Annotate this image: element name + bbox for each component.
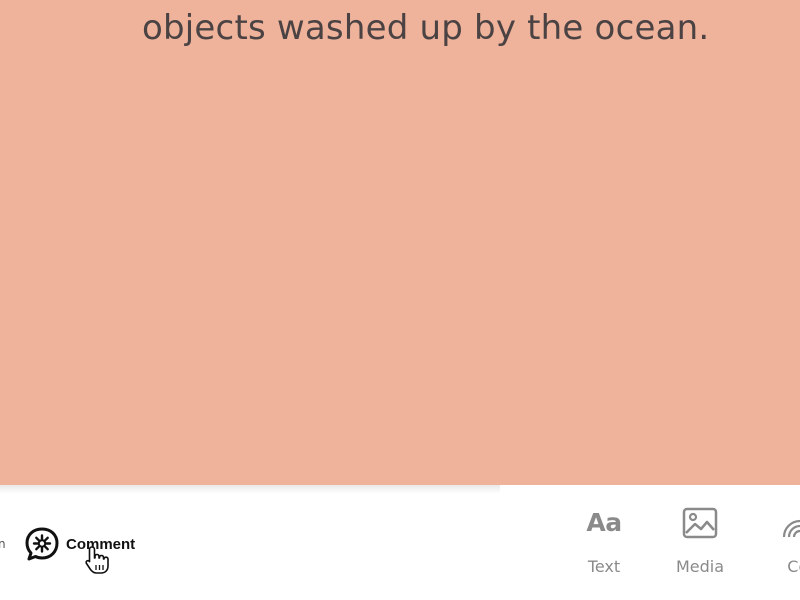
truncated-tool-label[interactable]: n (0, 537, 6, 551)
media-tool-button[interactable]: Media (665, 503, 735, 583)
bottom-toolbar: n Comment Aa Text Media C (0, 485, 800, 600)
color-tool-button[interactable]: Col (765, 503, 800, 583)
slide-canvas[interactable]: objects washed up by the ocean. (0, 0, 800, 485)
text-tool-button[interactable]: Aa Text (569, 503, 639, 583)
editor-stage: objects washed up by the ocean. n Commen… (0, 0, 800, 600)
comment-button[interactable]: Comment (24, 527, 135, 561)
hand-pointer-cursor-icon (85, 546, 109, 574)
image-icon (682, 507, 718, 539)
color-tool-label: Col (787, 557, 800, 576)
media-tool-label: Media (675, 557, 725, 576)
slide-text[interactable]: objects washed up by the ocean. (142, 8, 709, 48)
rainbow-icon (782, 519, 800, 538)
comment-bubble-icon (25, 527, 59, 561)
text-tool-label: Text (587, 557, 621, 576)
toolbar-divider (0, 485, 500, 494)
text-aa-icon: Aa (586, 508, 622, 537)
